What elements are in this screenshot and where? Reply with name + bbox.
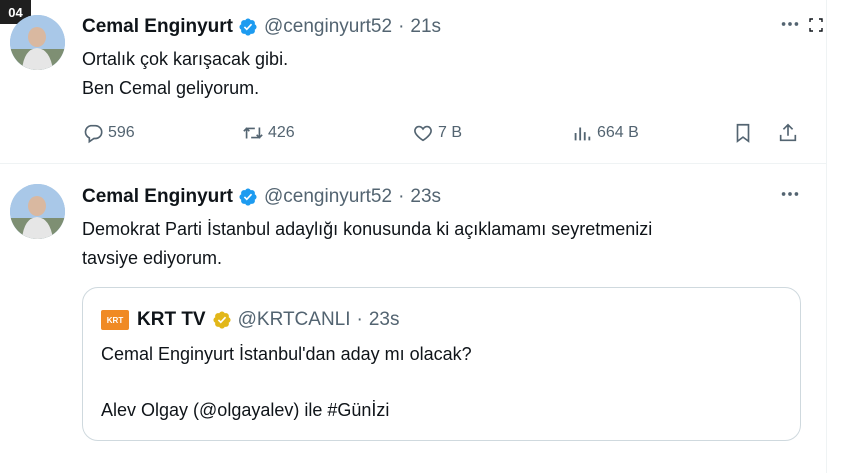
tweet-header: Cemal Enginyurt @cenginyurt52 · 21s <box>82 16 441 38</box>
reply-count: 596 <box>108 124 135 141</box>
tweet-text: Ortalık çok karışacak gibi. Ben Cemal ge… <box>82 49 289 98</box>
more-icon[interactable] <box>778 184 802 204</box>
like-icon <box>414 125 432 142</box>
share-icon[interactable] <box>777 118 803 148</box>
avatar[interactable] <box>10 15 65 70</box>
avatar[interactable] <box>10 184 65 239</box>
quoted-author-handle: @KRTCANLI <box>237 309 351 330</box>
quoted-tweet-text: Cemal Enginyurt İstanbul'dan aday mı ola… <box>101 344 472 420</box>
separator-dot: · <box>398 186 405 207</box>
quoted-tweet[interactable]: KRT KRT TV @KRTCANLI · 23s Cemal Enginyu… <box>82 287 801 441</box>
reply-icon <box>84 124 103 144</box>
author-name[interactable]: Cemal Enginyurt <box>82 186 233 208</box>
author-name[interactable]: Cemal Enginyurt <box>82 16 233 38</box>
separator-dot: · <box>356 309 363 330</box>
views-icon <box>574 127 591 141</box>
tweet-actions: 596 426 7 B 664 B <box>82 118 807 148</box>
tweet-text: Demokrat Parti İstanbul adaylığı konusun… <box>82 219 653 268</box>
gold-verified-badge-icon <box>212 310 232 330</box>
quoted-timestamp: 23s <box>368 309 400 330</box>
tweet-timestamp[interactable]: 23s <box>410 186 441 208</box>
more-icon[interactable] <box>778 14 802 34</box>
krt-logo: KRT <box>101 310 129 330</box>
author-handle[interactable]: @cenginyurt52 <box>264 186 392 208</box>
retweet-count: 426 <box>268 124 295 141</box>
views-button[interactable]: 664 B <box>571 118 639 148</box>
tweet-timestamp[interactable]: 21s <box>410 16 441 38</box>
tweet[interactable]: Cemal Enginyurt @cenginyurt52 · 23s Demo… <box>0 164 826 473</box>
expand-icon[interactable] <box>809 18 823 32</box>
tweet[interactable]: Cemal Enginyurt @cenginyurt52 · 21s Orta… <box>0 0 826 164</box>
views-count: 664 B <box>597 124 639 141</box>
like-count: 7 B <box>438 124 463 141</box>
column-divider <box>826 0 827 473</box>
author-handle[interactable]: @cenginyurt52 <box>264 16 392 38</box>
separator-dot: · <box>398 16 405 37</box>
retweet-button[interactable]: 426 <box>242 118 295 148</box>
verified-badge-icon <box>238 187 258 207</box>
quoted-tweet-header: KRT KRT TV @KRTCANLI · 23s <box>101 309 399 331</box>
reply-button[interactable]: 596 <box>82 118 135 148</box>
bookmark-icon[interactable] <box>732 118 758 148</box>
like-button[interactable]: 7 B <box>412 118 462 148</box>
retweet-icon <box>243 127 263 139</box>
quoted-author-name: KRT TV <box>137 309 206 330</box>
verified-badge-icon <box>238 17 258 37</box>
tweet-header: Cemal Enginyurt @cenginyurt52 · 23s <box>82 186 441 208</box>
